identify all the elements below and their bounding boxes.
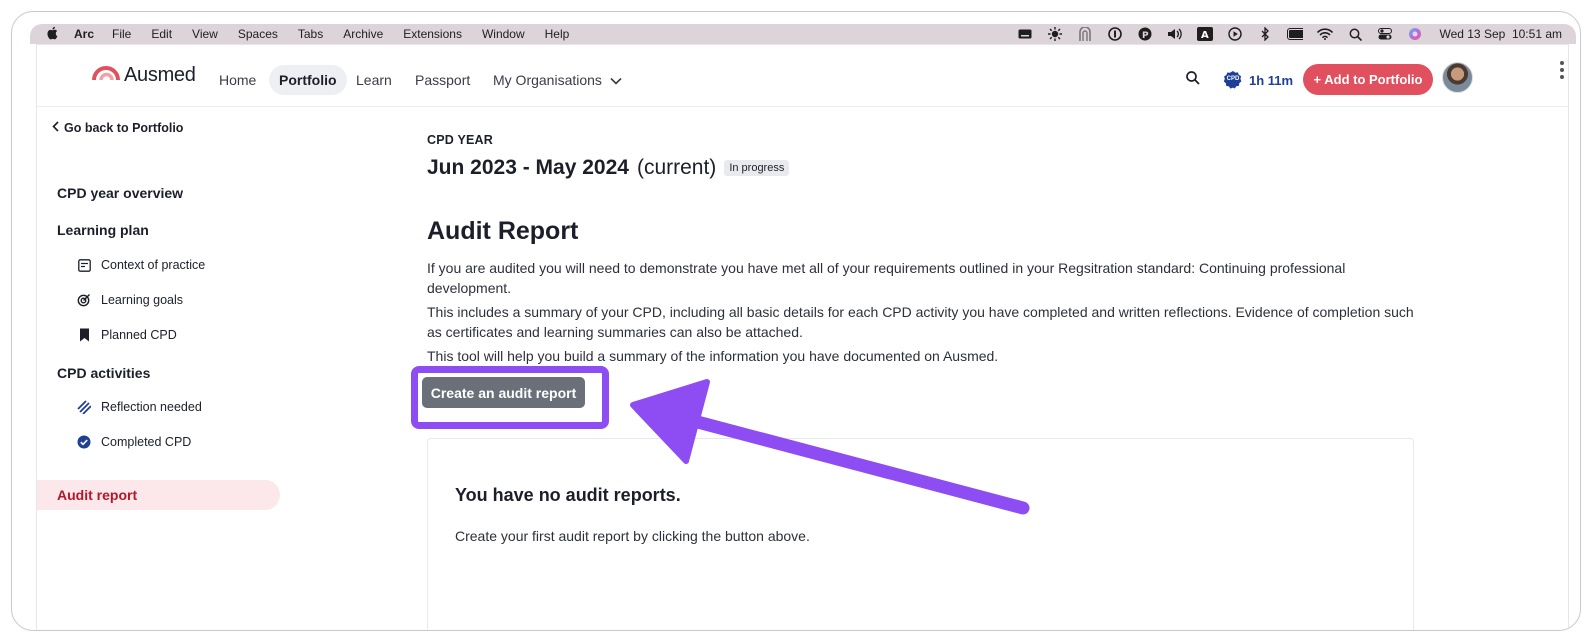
sidebar-item-audit-report[interactable]: Audit report <box>37 480 280 510</box>
menu-window[interactable]: Window <box>482 27 525 41</box>
arch-icon[interactable] <box>1077 27 1093 41</box>
nav-learn[interactable]: Learn <box>356 65 392 95</box>
check-circle-icon <box>77 435 91 449</box>
ausmed-wordmark: Ausmed <box>124 63 196 86</box>
ausmed-logo[interactable]: Ausmed <box>92 60 196 90</box>
chevron-down-icon <box>610 65 622 95</box>
top-navigation: Ausmed Home Portfolio Learn Passport My … <box>37 45 1568 107</box>
menu-file[interactable]: File <box>112 27 131 41</box>
search-icon[interactable] <box>1185 70 1207 92</box>
document-edit-icon <box>77 258 91 272</box>
menu-archive[interactable]: Archive <box>343 27 383 41</box>
empty-state-card: You have no audit reports. Create your f… <box>427 438 1414 630</box>
sidebar-item-planned-cpd[interactable]: Planned CPD <box>77 325 177 345</box>
cpd-year-label: CPD YEAR <box>427 133 493 147</box>
empty-state-title: You have no audit reports. <box>455 485 681 505</box>
menubar-clock[interactable]: Wed 13 Sep 10:51 am <box>1439 27 1562 41</box>
sidebar: Go back to Portfolio CPD year overview L… <box>37 107 287 630</box>
sidebar-item-label: Reflection needed <box>101 400 202 414</box>
sidebar-item-label: Completed CPD <box>101 435 192 449</box>
menu-spaces[interactable]: Spaces <box>238 27 278 41</box>
sync-icon[interactable]: P <box>1137 27 1153 41</box>
volume-icon[interactable] <box>1167 27 1183 41</box>
sidebar-item-label: Planned CPD <box>101 328 177 342</box>
intro-paragraph-2: This includes a summary of your CPD, inc… <box>427 304 1414 340</box>
play-icon[interactable] <box>1227 27 1243 41</box>
sun-icon[interactable] <box>1047 27 1063 41</box>
bluetooth-icon[interactable] <box>1257 27 1273 41</box>
wifi-icon[interactable] <box>1317 27 1334 41</box>
cpd-year-range: Jun 2023 - May 2024 <box>427 156 629 179</box>
mac-menubar: Arc File Edit View Spaces Tabs Archive E… <box>30 24 1576 44</box>
menu-tabs[interactable]: Tabs <box>298 27 323 41</box>
bookmark-icon <box>77 328 91 342</box>
intro-paragraph-3: This tool will help you build a summary … <box>427 348 999 364</box>
ausmed-logo-icon <box>92 65 120 86</box>
input-source-icon[interactable]: A <box>1197 27 1214 41</box>
menubar-status-area: P A Wed 13 Sep 10:51 am <box>1017 24 1562 44</box>
status-badge: In progress <box>724 160 790 176</box>
sidebar-item-reflection-needed[interactable]: Reflection needed <box>77 397 202 417</box>
password-manager-icon[interactable] <box>1107 27 1123 41</box>
cpd-badge-icon: CPD <box>1223 70 1243 90</box>
back-link-label: Go back to Portfolio <box>64 121 184 135</box>
menu-extensions[interactable]: Extensions <box>403 27 462 41</box>
intro-paragraph-1: If you are audited you will need to demo… <box>427 260 1346 296</box>
browser-viewport: Ausmed Home Portfolio Learn Passport My … <box>37 45 1568 630</box>
nav-home[interactable]: Home <box>219 65 256 95</box>
annotation-highlight-box: Create an audit report <box>411 366 609 429</box>
spotlight-search-icon[interactable] <box>1347 27 1363 41</box>
siri-icon[interactable] <box>1407 27 1423 41</box>
sidebar-item-label: Context of practice <box>101 258 206 272</box>
screenshot-frame: Arc File Edit View Spaces Tabs Archive E… <box>11 11 1581 631</box>
target-icon <box>77 293 91 307</box>
menu-view[interactable]: View <box>192 27 218 41</box>
page-title: Audit Report <box>427 217 579 245</box>
create-audit-report-button[interactable]: Create an audit report <box>422 377 585 408</box>
svg-text:P: P <box>1142 31 1149 41</box>
nav-my-organisations-label: My Organisations <box>493 72 602 88</box>
sidebar-item-context-of-practice[interactable]: Context of practice <box>77 255 205 275</box>
sidebar-item-cpd-year-overview[interactable]: CPD year overview <box>57 185 183 201</box>
sidebar-item-learning-plan[interactable]: Learning plan <box>57 222 149 238</box>
svg-text:A: A <box>1201 30 1209 41</box>
user-avatar[interactable] <box>1442 62 1473 93</box>
back-to-portfolio-link[interactable]: Go back to Portfolio <box>52 121 183 135</box>
sidebar-item-cpd-activities[interactable]: CPD activities <box>57 365 150 381</box>
cpd-time-tracker[interactable]: CPD 1h 11m <box>1223 67 1293 93</box>
control-center-icon[interactable] <box>1377 27 1393 41</box>
cpd-badge-label: CPD <box>1226 76 1240 82</box>
menubar-app-name[interactable]: Arc <box>74 27 94 41</box>
chevron-left-icon <box>52 121 59 135</box>
sidebar-item-completed-cpd[interactable]: Completed CPD <box>77 432 191 452</box>
menu-edit[interactable]: Edit <box>151 27 172 41</box>
apple-icon[interactable] <box>46 26 60 43</box>
menu-help[interactable]: Help <box>545 27 570 41</box>
add-to-portfolio-button[interactable]: + Add to Portfolio <box>1303 64 1433 95</box>
nav-my-organisations[interactable]: My Organisations <box>493 65 622 95</box>
cpd-time-value: 1h 11m <box>1249 72 1294 88</box>
battery-icon[interactable] <box>1287 27 1304 41</box>
sidebar-item-learning-goals[interactable]: Learning goals <box>77 290 183 310</box>
striped-circle-icon <box>77 400 91 414</box>
cpd-year-heading: Jun 2023 - May 2024 (current) In progres… <box>427 153 790 183</box>
cpd-year-current: (current) <box>636 156 717 179</box>
sidebar-item-label: Learning goals <box>101 293 184 307</box>
nav-passport[interactable]: Passport <box>415 65 470 95</box>
keyboard-icon[interactable] <box>1017 27 1033 41</box>
nav-portfolio[interactable]: Portfolio <box>269 65 347 95</box>
main-content: CPD YEAR Jun 2023 - May 2024 (current) I… <box>411 107 1427 630</box>
empty-state-message: Create your first audit report by clicki… <box>455 528 810 544</box>
